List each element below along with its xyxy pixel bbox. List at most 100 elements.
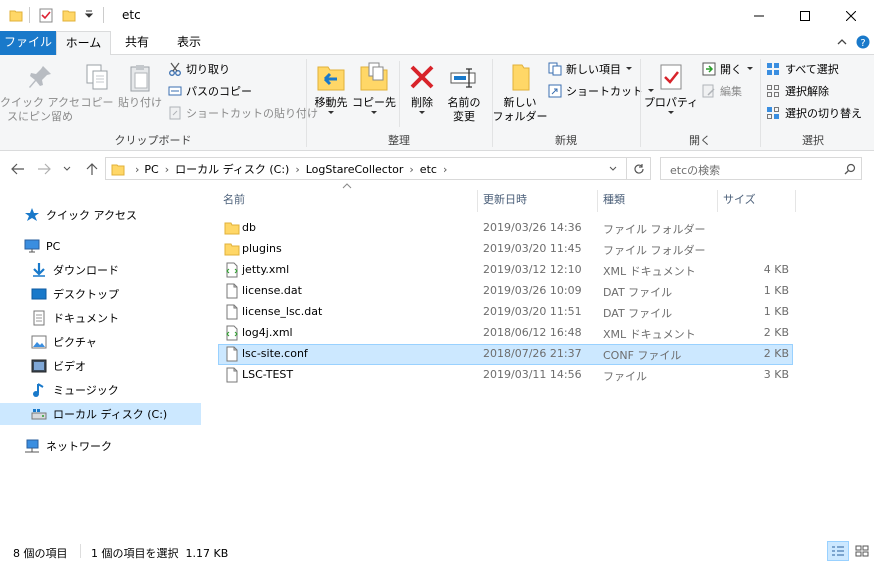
new-folder-label-1: 新しい: [503, 96, 537, 109]
properties-quick-icon[interactable]: [38, 7, 54, 23]
back-arrow-icon[interactable]: [11, 163, 25, 175]
column-header-type[interactable]: 種類: [603, 190, 625, 214]
open-button[interactable]: 開く: [702, 61, 754, 77]
sidebar-item-pc[interactable]: PC: [0, 235, 201, 257]
paste-button[interactable]: 貼り付け: [118, 63, 162, 110]
file-row-selected[interactable]: lsc-site.conf 2018/07/26 21:37 CONF ファイル…: [218, 344, 793, 365]
minimize-button[interactable]: [736, 0, 782, 31]
pin-to-quick-access-button[interactable]: クイック アクセ スにピン留め: [0, 63, 80, 124]
properties-icon: [656, 61, 686, 93]
breadcrumb-chevron-icon[interactable]: ›: [409, 163, 413, 176]
new-folder-label-2: フォルダー: [492, 110, 548, 123]
copy-button[interactable]: コピー: [80, 63, 114, 110]
new-item-button[interactable]: 新しい項目: [548, 61, 633, 77]
breadcrumb-local-disk[interactable]: ローカル ディスク (C:): [175, 161, 289, 177]
breadcrumb-chevron-icon[interactable]: ›: [165, 163, 169, 176]
sidebar-item-desktop[interactable]: デスクトップ: [0, 283, 201, 305]
refresh-button[interactable]: [627, 157, 651, 180]
sidebar-item-downloads[interactable]: ダウンロード: [0, 259, 201, 281]
details-view-button[interactable]: [827, 541, 849, 561]
select-none-button[interactable]: 選択解除: [766, 83, 829, 99]
organize-divider: [399, 61, 400, 127]
file-row[interactable]: plugins 2019/03/20 11:45 ファイル フォルダー: [218, 239, 793, 260]
sidebar-item-quick-access[interactable]: クイック アクセス: [0, 204, 201, 226]
up-arrow-icon[interactable]: [86, 162, 98, 176]
column-separator[interactable]: [795, 190, 796, 212]
collapse-ribbon-chevron-icon[interactable]: [836, 36, 848, 48]
close-button[interactable]: [828, 0, 874, 31]
breadcrumb-chevron-icon[interactable]: ›: [443, 163, 447, 176]
copy-to-button[interactable]: コピー先: [352, 61, 396, 116]
breadcrumb-pc[interactable]: PC: [144, 163, 158, 176]
column-separator[interactable]: [477, 190, 478, 212]
copy-path-button[interactable]: パスのコピー: [168, 83, 252, 99]
new-folder-quick-icon[interactable]: [62, 8, 76, 22]
dropdown-chevron-icon: [370, 110, 378, 116]
file-size: 1 KB: [763, 284, 789, 297]
file-row[interactable]: jetty.xml 2019/03/12 12:10 XML ドキュメント 4 …: [218, 260, 793, 281]
file-row[interactable]: log4j.xml 2018/06/12 16:48 XML ドキュメント 2 …: [218, 323, 793, 344]
file-row[interactable]: license_lsc.dat 2019/03/20 11:51 DAT ファイ…: [218, 302, 793, 323]
properties-button[interactable]: プロパティ: [644, 61, 698, 116]
column-header-date[interactable]: 更新日時: [483, 190, 527, 214]
maximize-button[interactable]: [782, 0, 828, 31]
dropdown-chevron-icon: [327, 110, 335, 116]
tab-share[interactable]: 共有: [114, 31, 160, 55]
file-row[interactable]: LSC-TEST 2019/03/11 14:56 ファイル 3 KB: [218, 365, 793, 386]
search-icon[interactable]: [844, 163, 856, 175]
breadcrumb-etc[interactable]: etc: [420, 163, 437, 176]
customize-toolbar-chevron-icon[interactable]: [84, 9, 94, 19]
file-size: 2 KB: [763, 326, 789, 339]
file-icon: [224, 346, 240, 362]
rename-button[interactable]: 名前の 変更: [444, 61, 484, 124]
video-icon: [31, 358, 47, 374]
column-header-name[interactable]: 名前: [223, 190, 245, 214]
column-separator[interactable]: [717, 190, 718, 212]
column-separator[interactable]: [597, 190, 598, 212]
shortcut-button[interactable]: ショートカット: [548, 83, 655, 99]
sidebar-item-music[interactable]: ミュージック: [0, 379, 201, 401]
edit-label: 編集: [720, 85, 742, 98]
cut-button[interactable]: 切り取り: [168, 61, 230, 77]
forward-arrow-icon[interactable]: [37, 163, 51, 175]
new-folder-button[interactable]: 新しい フォルダー: [493, 61, 548, 124]
delete-button[interactable]: 削除: [404, 61, 440, 116]
help-icon[interactable]: ?: [856, 35, 870, 49]
pin-label-1: クイック アクセ: [0, 96, 80, 109]
file-date: 2018/06/12 16:48: [483, 326, 582, 339]
open-group-label: 開く: [689, 134, 711, 147]
breadcrumb-chevron-icon: ›: [135, 162, 140, 176]
file-type: ファイル: [603, 370, 647, 383]
move-to-button[interactable]: 移動先: [310, 61, 352, 116]
sidebar-item-pictures[interactable]: ピクチャ: [0, 331, 201, 353]
sidebar-item-documents[interactable]: ドキュメント: [0, 307, 201, 329]
desktop-icon: [31, 286, 47, 302]
tab-file[interactable]: ファイル: [0, 31, 56, 55]
recent-locations-chevron-icon[interactable]: [63, 166, 71, 172]
search-box[interactable]: etcの検索: [660, 157, 862, 180]
select-all-button[interactable]: すべて選択: [766, 61, 839, 77]
breadcrumb-chevron-icon[interactable]: ›: [295, 163, 299, 176]
sidebar-item-local-disk[interactable]: ローカル ディスク (C:): [0, 403, 201, 425]
edit-button[interactable]: 編集: [702, 83, 742, 99]
paste-shortcut-button[interactable]: ショートカットの貼り付け: [168, 105, 318, 121]
file-name: license.dat: [242, 284, 302, 297]
address-history-chevron-icon[interactable]: [609, 166, 617, 172]
tab-home[interactable]: ホーム: [56, 31, 111, 56]
file-row[interactable]: db 2019/03/26 14:36 ファイル フォルダー: [218, 218, 793, 239]
folder-icon: [224, 241, 240, 257]
breadcrumb-logstarecollector[interactable]: LogStareCollector: [306, 163, 404, 176]
invert-selection-button[interactable]: 選択の切り替え: [766, 105, 862, 121]
column-header-size[interactable]: サイズ: [723, 190, 756, 214]
tab-view[interactable]: 表示: [166, 31, 212, 55]
cut-label: 切り取り: [186, 63, 230, 76]
file-icon: [224, 304, 240, 320]
large-icons-view-button[interactable]: [851, 541, 873, 561]
sidebar-item-videos[interactable]: ビデオ: [0, 355, 201, 377]
address-bar[interactable]: › PC › ローカル ディスク (C:) › LogStareCollecto…: [105, 157, 627, 180]
file-row[interactable]: license.dat 2019/03/26 10:09 DAT ファイル 1 …: [218, 281, 793, 302]
sidebar-item-label: ピクチャ: [53, 336, 97, 349]
sidebar-item-network[interactable]: ネットワーク: [0, 435, 201, 457]
copy-icon: [83, 63, 111, 93]
sidebar-item-label: ローカル ディスク (C:): [53, 408, 168, 421]
